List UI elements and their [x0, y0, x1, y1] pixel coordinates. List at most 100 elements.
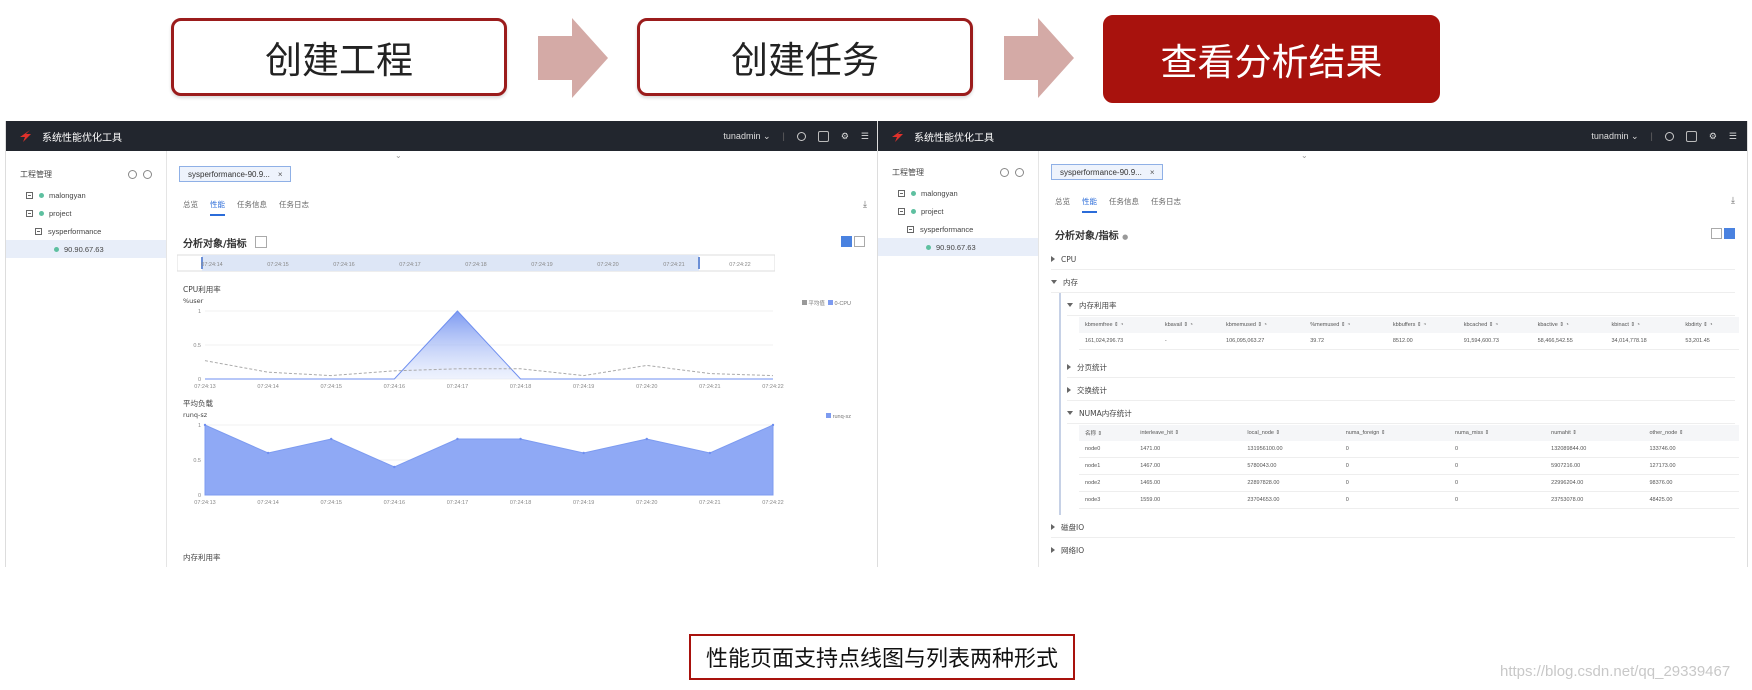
menu-icon[interactable]: ☰: [861, 131, 869, 142]
tree-item-project[interactable]: project: [878, 202, 1038, 220]
y-tick-label: 0: [198, 377, 201, 383]
collapse-icon[interactable]: [907, 225, 914, 233]
section-title: 分析对象/指标: [183, 239, 247, 250]
user-menu[interactable]: tunadmin ⌄: [723, 131, 770, 142]
column-header[interactable]: kbmemused ⇕ ◔: [1220, 317, 1305, 333]
task-chip[interactable]: sysperformance-90.9... ×: [1051, 164, 1164, 180]
table-header-row: 名称 ⇕ interleave_hit ⇕ local_node ⇕ numa_for…: [1079, 425, 1739, 441]
group-memory[interactable]: 内存: [1051, 272, 1735, 293]
list-view-button[interactable]: [854, 236, 865, 247]
tab-task-log[interactable]: 任务日志: [279, 199, 309, 216]
tree-item-node[interactable]: 90.90.67.63: [6, 240, 166, 258]
column-header[interactable]: kbmemfree ⇕ ◔: [1079, 317, 1159, 333]
column-header[interactable]: local_node ⇕: [1241, 425, 1340, 441]
x-tick-label: 07:24:18: [510, 384, 531, 389]
collapse-icon[interactable]: [26, 209, 33, 217]
settings-icon[interactable]: ⚙: [1709, 131, 1717, 142]
column-header[interactable]: %memused ⇕ ◔: [1304, 317, 1387, 333]
expand-icon[interactable]: [898, 189, 905, 197]
group-mem-util[interactable]: 内存利用率: [1067, 295, 1735, 316]
logout-icon[interactable]: [796, 131, 806, 141]
table-header-row: kbmemfree ⇕ ◔ kbavail ⇕ ◔ kbmemused ⇕ ◔ %me…: [1079, 317, 1739, 333]
add-icon[interactable]: [143, 170, 152, 179]
column-header[interactable]: kbactive ⇕ ◔: [1531, 317, 1606, 333]
table-row: node2 1465.00 22897828.00 0 0 22996204.00 9837…: [1079, 474, 1739, 492]
column-header[interactable]: numa_miss ⇕: [1449, 425, 1546, 441]
x-tick-label: 07:24:16: [384, 384, 405, 389]
table-cell: 0: [1449, 457, 1546, 475]
column-header[interactable]: kbinact ⇕ ◔: [1605, 317, 1680, 333]
table-cell: 58,466,542.55: [1531, 333, 1606, 350]
refresh-icon[interactable]: [1000, 168, 1009, 177]
tab-performance[interactable]: 性能: [1082, 196, 1097, 213]
task-chip[interactable]: sysperformance-90.9... ×: [179, 166, 292, 182]
close-icon[interactable]: ×: [1150, 168, 1155, 177]
column-header[interactable]: interleave_hit ⇕: [1134, 425, 1242, 441]
tree-item-node[interactable]: 90.90.67.63: [878, 238, 1038, 256]
filter-icon[interactable]: [255, 236, 267, 248]
expand-arrow-icon: [1051, 524, 1055, 530]
list-view-button[interactable]: [1724, 228, 1735, 239]
column-header[interactable]: kbavail ⇕ ◔: [1158, 317, 1221, 333]
divider: |: [1650, 131, 1653, 141]
column-header[interactable]: kbcached ⇕ ◔: [1457, 317, 1532, 333]
download-icon[interactable]: ⤓: [1731, 195, 1735, 206]
sidebar: 工程管理 malongyan project sysperformance 90…: [878, 151, 1039, 567]
tab-task-info[interactable]: 任务信息: [237, 199, 267, 216]
group-numa[interactable]: NUMA内存统计: [1067, 403, 1735, 424]
tree-item-sysperformance[interactable]: sysperformance: [6, 222, 166, 240]
chevron-down-icon[interactable]: ⌄: [1301, 151, 1309, 160]
group-disk-io[interactable]: 磁盘IO: [1051, 517, 1735, 538]
x-tick-label: 07:24:13: [194, 500, 215, 506]
tree-item-malongyan[interactable]: malongyan: [878, 184, 1038, 202]
document-icon[interactable]: [817, 130, 829, 142]
group-paging[interactable]: 分页统计: [1067, 357, 1735, 378]
right-screenshot-panel: 系统性能优化工具 tunadmin ⌄ | ⚙ ☰ 工程管理 malongyan…: [877, 121, 1748, 567]
collapse-icon[interactable]: [35, 227, 42, 235]
group-net-io[interactable]: 网络IO: [1051, 540, 1735, 560]
collapse-icon[interactable]: [898, 207, 905, 215]
x-tick-label: 07:24:14: [257, 384, 278, 389]
user-menu[interactable]: tunadmin ⌄: [1591, 131, 1638, 142]
chart-view-button[interactable]: [1711, 228, 1722, 239]
add-icon[interactable]: [1015, 168, 1024, 177]
cpu-chart-ylabel: %user: [183, 297, 204, 305]
tab-overview[interactable]: 总览: [1055, 196, 1070, 213]
table-cell: 5780043.00: [1241, 457, 1340, 475]
runq-point: [330, 437, 333, 441]
chevron-down-icon[interactable]: ⌄: [395, 151, 403, 160]
column-header[interactable]: kbdirty ⇕ ◔: [1679, 317, 1739, 333]
column-header[interactable]: numa_foreign ⇕: [1339, 425, 1450, 441]
table-cell: 132089844.00: [1545, 441, 1644, 458]
group-cpu[interactable]: CPU: [1051, 249, 1735, 270]
table-cell: 34,014,778.18: [1605, 333, 1680, 350]
tab-task-log[interactable]: 任务日志: [1151, 196, 1181, 213]
logout-icon[interactable]: [1664, 131, 1674, 141]
x-tick-label: 07:24:20: [636, 384, 657, 389]
menu-icon[interactable]: ☰: [1729, 131, 1737, 142]
x-tick-label: 07:24:17: [447, 500, 468, 506]
main-content: ⌄ sysperformance-90.9... × 总览 性能 任务信息 任务日…: [167, 151, 879, 567]
tab-performance[interactable]: 性能: [210, 199, 225, 216]
table-cell: 127173.00: [1643, 457, 1739, 475]
column-header[interactable]: other_node ⇕: [1643, 425, 1739, 441]
tree-item-sysperformance[interactable]: sysperformance: [878, 220, 1038, 238]
status-dot-icon: [911, 208, 916, 214]
timeline-slider[interactable]: 07:24:14 07:24:15 07:24:16 07:24:17 07:24:18…: [177, 253, 775, 273]
tab-overview[interactable]: 总览: [183, 199, 198, 216]
tab-task-info[interactable]: 任务信息: [1109, 196, 1139, 213]
timeline-tick-label: 07:24:22: [729, 262, 750, 268]
document-icon[interactable]: [1685, 130, 1697, 142]
chart-view-button[interactable]: [841, 236, 852, 247]
close-icon[interactable]: ×: [278, 170, 283, 179]
column-header[interactable]: numahit ⇕: [1545, 425, 1644, 441]
column-header[interactable]: kbbuffers ⇕ ◔: [1386, 317, 1458, 333]
column-header[interactable]: 名称 ⇕: [1079, 425, 1135, 441]
settings-icon[interactable]: ⚙: [841, 131, 849, 142]
download-icon[interactable]: ⤓: [863, 199, 867, 210]
refresh-icon[interactable]: [128, 170, 137, 179]
group-swap[interactable]: 交换统计: [1067, 380, 1735, 401]
expand-icon[interactable]: [26, 191, 33, 199]
tree-item-project[interactable]: project: [6, 204, 166, 222]
tree-item-malongyan[interactable]: malongyan: [6, 186, 166, 204]
